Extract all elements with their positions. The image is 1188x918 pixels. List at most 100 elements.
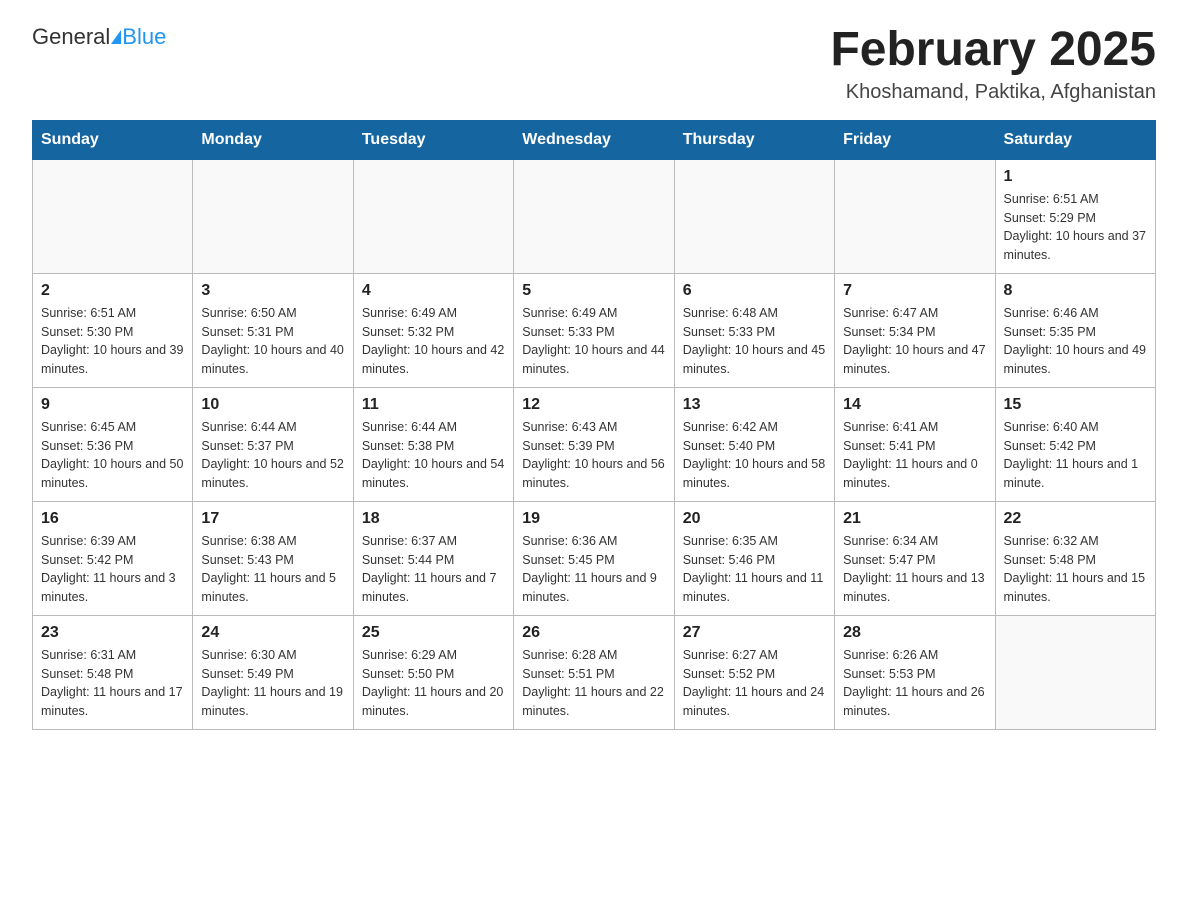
header-monday: Monday xyxy=(193,120,353,159)
calendar-cell: 3 Sunrise: 6:50 AMSunset: 5:31 PMDaylight… xyxy=(193,273,353,387)
logo-triangle-icon xyxy=(111,30,121,44)
day-info: Sunrise: 6:27 AMSunset: 5:52 PMDaylight:… xyxy=(683,646,826,721)
header-row: Sunday Monday Tuesday Wednesday Thursday… xyxy=(33,120,1156,159)
calendar-cell xyxy=(995,615,1155,729)
logo: General Blue xyxy=(32,24,166,50)
day-number: 25 xyxy=(362,624,505,642)
calendar-cell xyxy=(835,159,995,273)
calendar-cell: 18Sunrise: 6:37 AMSunset: 5:44 PMDayligh… xyxy=(353,501,513,615)
day-number: 7 xyxy=(843,282,986,300)
day-number: 1 xyxy=(1004,168,1147,186)
header-saturday: Saturday xyxy=(995,120,1155,159)
day-number: 8 xyxy=(1004,282,1147,300)
calendar-cell: 14 Sunrise: 6:41 AMSunset: 5:41 PMDayligh… xyxy=(835,387,995,501)
calendar-cell: 16 Sunrise: 6:39 AMSunset: 5:42 PMDayligh… xyxy=(33,501,193,615)
calendar-cell: 1 Sunrise: 6:51 AMSunset: 5:29 PMDaylight… xyxy=(995,159,1155,273)
day-number: 13 xyxy=(683,396,826,414)
calendar-cell: 4 Sunrise: 6:49 AMSunset: 5:32 PMDaylight… xyxy=(353,273,513,387)
calendar-table: Sunday Monday Tuesday Wednesday Thursday… xyxy=(32,120,1156,730)
day-info: Sunrise: 6:47 AMSunset: 5:34 PMDaylight:… xyxy=(843,304,986,379)
calendar-cell: 23 Sunrise: 6:31 AMSunset: 5:48 PMDayligh… xyxy=(33,615,193,729)
calendar-cell: 7 Sunrise: 6:47 AMSunset: 5:34 PMDaylight… xyxy=(835,273,995,387)
title-area: February 2025 Khoshamand, Paktika, Afgha… xyxy=(830,24,1156,104)
day-number: 23 xyxy=(41,624,184,642)
calendar-cell: 21 Sunrise: 6:34 AMSunset: 5:47 PMDayligh… xyxy=(835,501,995,615)
calendar-cell xyxy=(674,159,834,273)
calendar-cell: 17 Sunrise: 6:38 AMSunset: 5:43 PMDayligh… xyxy=(193,501,353,615)
calendar-cell: 9Sunrise: 6:45 AMSunset: 5:36 PMDaylight… xyxy=(33,387,193,501)
day-number: 24 xyxy=(201,624,344,642)
month-title: February 2025 xyxy=(830,24,1156,77)
calendar-cell: 8 Sunrise: 6:46 AMSunset: 5:35 PMDaylight… xyxy=(995,273,1155,387)
day-info: Sunrise: 6:50 AMSunset: 5:31 PMDaylight:… xyxy=(201,304,344,379)
calendar-cell: 25 Sunrise: 6:29 AMSunset: 5:50 PMDayligh… xyxy=(353,615,513,729)
day-info: Sunrise: 6:28 AMSunset: 5:51 PMDaylight:… xyxy=(522,646,665,721)
calendar-cell: 27 Sunrise: 6:27 AMSunset: 5:52 PMDayligh… xyxy=(674,615,834,729)
header-sunday: Sunday xyxy=(33,120,193,159)
day-number: 22 xyxy=(1004,510,1147,528)
day-number: 2 xyxy=(41,282,184,300)
calendar-cell xyxy=(33,159,193,273)
day-info: Sunrise: 6:49 AMSunset: 5:32 PMDaylight:… xyxy=(362,304,505,379)
logo-blue-text: Blue xyxy=(122,24,166,50)
calendar-cell: 6Sunrise: 6:48 AMSunset: 5:33 PMDaylight… xyxy=(674,273,834,387)
day-number: 3 xyxy=(201,282,344,300)
day-number: 27 xyxy=(683,624,826,642)
header-wednesday: Wednesday xyxy=(514,120,674,159)
day-number: 11 xyxy=(362,396,505,414)
day-info: Sunrise: 6:31 AMSunset: 5:48 PMDaylight:… xyxy=(41,646,184,721)
day-info: Sunrise: 6:41 AMSunset: 5:41 PMDaylight:… xyxy=(843,418,986,493)
day-info: Sunrise: 6:34 AMSunset: 5:47 PMDaylight:… xyxy=(843,532,986,607)
day-number: 5 xyxy=(522,282,665,300)
day-info: Sunrise: 6:51 AMSunset: 5:29 PMDaylight:… xyxy=(1004,190,1147,265)
day-info: Sunrise: 6:46 AMSunset: 5:35 PMDaylight:… xyxy=(1004,304,1147,379)
day-info: Sunrise: 6:38 AMSunset: 5:43 PMDaylight:… xyxy=(201,532,344,607)
calendar-cell: 11Sunrise: 6:44 AMSunset: 5:38 PMDayligh… xyxy=(353,387,513,501)
day-number: 12 xyxy=(522,396,665,414)
day-number: 28 xyxy=(843,624,986,642)
day-info: Sunrise: 6:26 AMSunset: 5:53 PMDaylight:… xyxy=(843,646,986,721)
header-friday: Friday xyxy=(835,120,995,159)
header-thursday: Thursday xyxy=(674,120,834,159)
day-number: 4 xyxy=(362,282,505,300)
day-number: 26 xyxy=(522,624,665,642)
day-number: 16 xyxy=(41,510,184,528)
calendar-cell xyxy=(193,159,353,273)
day-number: 21 xyxy=(843,510,986,528)
calendar-cell: 20Sunrise: 6:35 AMSunset: 5:46 PMDayligh… xyxy=(674,501,834,615)
calendar-week-row: 23 Sunrise: 6:31 AMSunset: 5:48 PMDayligh… xyxy=(33,615,1156,729)
calendar-cell: 19Sunrise: 6:36 AMSunset: 5:45 PMDayligh… xyxy=(514,501,674,615)
calendar-body: 1 Sunrise: 6:51 AMSunset: 5:29 PMDaylight… xyxy=(33,159,1156,729)
calendar-cell: 24 Sunrise: 6:30 AMSunset: 5:49 PMDayligh… xyxy=(193,615,353,729)
day-info: Sunrise: 6:42 AMSunset: 5:40 PMDaylight:… xyxy=(683,418,826,493)
calendar-cell: 5 Sunrise: 6:49 AMSunset: 5:33 PMDaylight… xyxy=(514,273,674,387)
calendar-cell: 28 Sunrise: 6:26 AMSunset: 5:53 PMDayligh… xyxy=(835,615,995,729)
calendar-cell xyxy=(514,159,674,273)
day-number: 20 xyxy=(683,510,826,528)
day-info: Sunrise: 6:40 AMSunset: 5:42 PMDaylight:… xyxy=(1004,418,1147,493)
calendar-cell: 22 Sunrise: 6:32 AMSunset: 5:48 PMDayligh… xyxy=(995,501,1155,615)
day-info: Sunrise: 6:43 AMSunset: 5:39 PMDaylight:… xyxy=(522,418,665,493)
logo-general-text: General xyxy=(32,24,110,50)
header: General Blue February 2025 Khoshamand, P… xyxy=(32,24,1156,104)
calendar-week-row: 1 Sunrise: 6:51 AMSunset: 5:29 PMDaylight… xyxy=(33,159,1156,273)
location-title: Khoshamand, Paktika, Afghanistan xyxy=(830,81,1156,104)
day-number: 17 xyxy=(201,510,344,528)
calendar-cell: 15Sunrise: 6:40 AMSunset: 5:42 PMDayligh… xyxy=(995,387,1155,501)
day-info: Sunrise: 6:49 AMSunset: 5:33 PMDaylight:… xyxy=(522,304,665,379)
calendar-week-row: 2Sunrise: 6:51 AMSunset: 5:30 PMDaylight… xyxy=(33,273,1156,387)
calendar-cell: 2Sunrise: 6:51 AMSunset: 5:30 PMDaylight… xyxy=(33,273,193,387)
day-info: Sunrise: 6:29 AMSunset: 5:50 PMDaylight:… xyxy=(362,646,505,721)
day-info: Sunrise: 6:45 AMSunset: 5:36 PMDaylight:… xyxy=(41,418,184,493)
day-number: 18 xyxy=(362,510,505,528)
day-number: 10 xyxy=(201,396,344,414)
calendar-week-row: 16 Sunrise: 6:39 AMSunset: 5:42 PMDayligh… xyxy=(33,501,1156,615)
day-number: 14 xyxy=(843,396,986,414)
day-number: 19 xyxy=(522,510,665,528)
calendar-cell: 13 Sunrise: 6:42 AMSunset: 5:40 PMDayligh… xyxy=(674,387,834,501)
day-info: Sunrise: 6:39 AMSunset: 5:42 PMDaylight:… xyxy=(41,532,184,607)
day-info: Sunrise: 6:32 AMSunset: 5:48 PMDaylight:… xyxy=(1004,532,1147,607)
day-info: Sunrise: 6:30 AMSunset: 5:49 PMDaylight:… xyxy=(201,646,344,721)
calendar-header: Sunday Monday Tuesday Wednesday Thursday… xyxy=(33,120,1156,159)
header-tuesday: Tuesday xyxy=(353,120,513,159)
